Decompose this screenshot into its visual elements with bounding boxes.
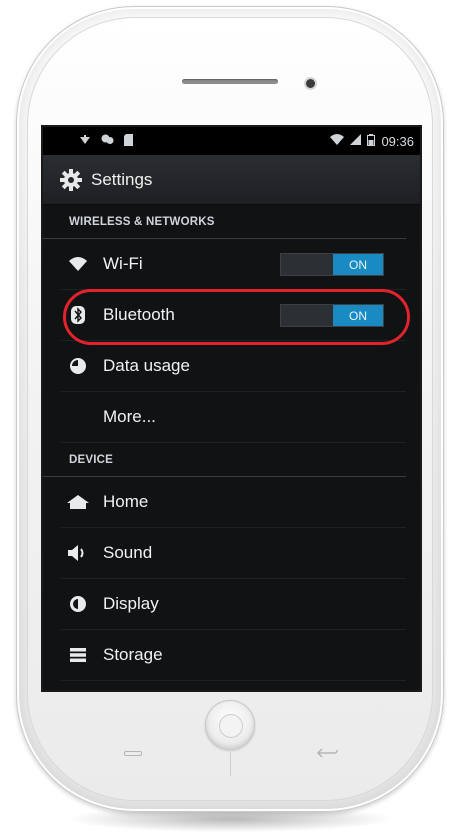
storage-icon xyxy=(67,644,89,666)
device-mockup: 09:36 Settings WIRELESS & NETWORKS Wi-Fi… xyxy=(0,0,460,840)
action-bar: Settings xyxy=(43,155,420,205)
settings-item-label: Sound xyxy=(103,543,153,562)
toggle-state: ON xyxy=(333,254,383,275)
status-indicators: 09:36 xyxy=(330,133,414,149)
settings-item-more[interactable]: More... xyxy=(61,392,406,443)
settings-item-label: More... xyxy=(103,407,156,426)
settings-list: WIRELESS & NETWORKS Wi-Fi ON Bluetooth O… xyxy=(43,205,420,690)
settings-item-data-usage[interactable]: Data usage xyxy=(61,341,406,392)
settings-item-wifi[interactable]: Wi-Fi ON xyxy=(61,239,406,290)
home-button[interactable] xyxy=(205,700,255,750)
status-time: 09:36 xyxy=(381,133,414,149)
chin-divider xyxy=(230,752,231,776)
notification-icon xyxy=(79,134,91,148)
pie-chart-icon xyxy=(67,355,89,377)
settings-item-label: Home xyxy=(103,492,149,511)
settings-item-label: Bluetooth xyxy=(103,305,175,324)
brightness-icon xyxy=(67,593,89,615)
bluetooth-icon xyxy=(67,304,89,326)
page-title: Settings xyxy=(91,169,153,189)
status-bar: 09:36 xyxy=(43,127,420,155)
toggle-state: ON xyxy=(333,305,383,326)
wifi-icon xyxy=(67,253,89,275)
phone-screen: 09:36 Settings WIRELESS & NETWORKS Wi-Fi… xyxy=(43,127,420,690)
menu-key-icon[interactable] xyxy=(118,746,148,760)
bluetooth-toggle[interactable]: ON xyxy=(280,304,384,327)
section-header-device: DEVICE xyxy=(43,443,406,477)
settings-item-home[interactable]: Home xyxy=(61,477,406,528)
settings-item-label: Storage xyxy=(103,645,163,664)
front-camera xyxy=(306,79,315,88)
home-icon xyxy=(67,491,89,513)
earpiece-speaker xyxy=(182,79,278,84)
chat-icon xyxy=(101,134,114,148)
gear-icon[interactable] xyxy=(59,168,83,192)
settings-item-label: Display xyxy=(103,594,159,613)
wifi-signal-icon xyxy=(330,134,345,148)
back-key-icon[interactable] xyxy=(312,746,342,760)
settings-item-display[interactable]: Display xyxy=(61,579,406,630)
settings-item-storage[interactable]: Storage xyxy=(61,630,406,681)
settings-item-bluetooth[interactable]: Bluetooth ON xyxy=(61,290,406,341)
settings-item-label: Data usage xyxy=(103,356,190,375)
status-notifications xyxy=(79,133,133,149)
battery-icon xyxy=(367,133,376,149)
settings-item-sound[interactable]: Sound xyxy=(61,528,406,579)
sdcard-icon xyxy=(124,133,133,149)
settings-item-label: Wi-Fi xyxy=(103,254,143,273)
cell-signal-icon xyxy=(350,134,362,148)
speaker-icon xyxy=(67,542,89,564)
section-header-wireless: WIRELESS & NETWORKS xyxy=(43,205,406,239)
wifi-toggle[interactable]: ON xyxy=(280,253,384,276)
